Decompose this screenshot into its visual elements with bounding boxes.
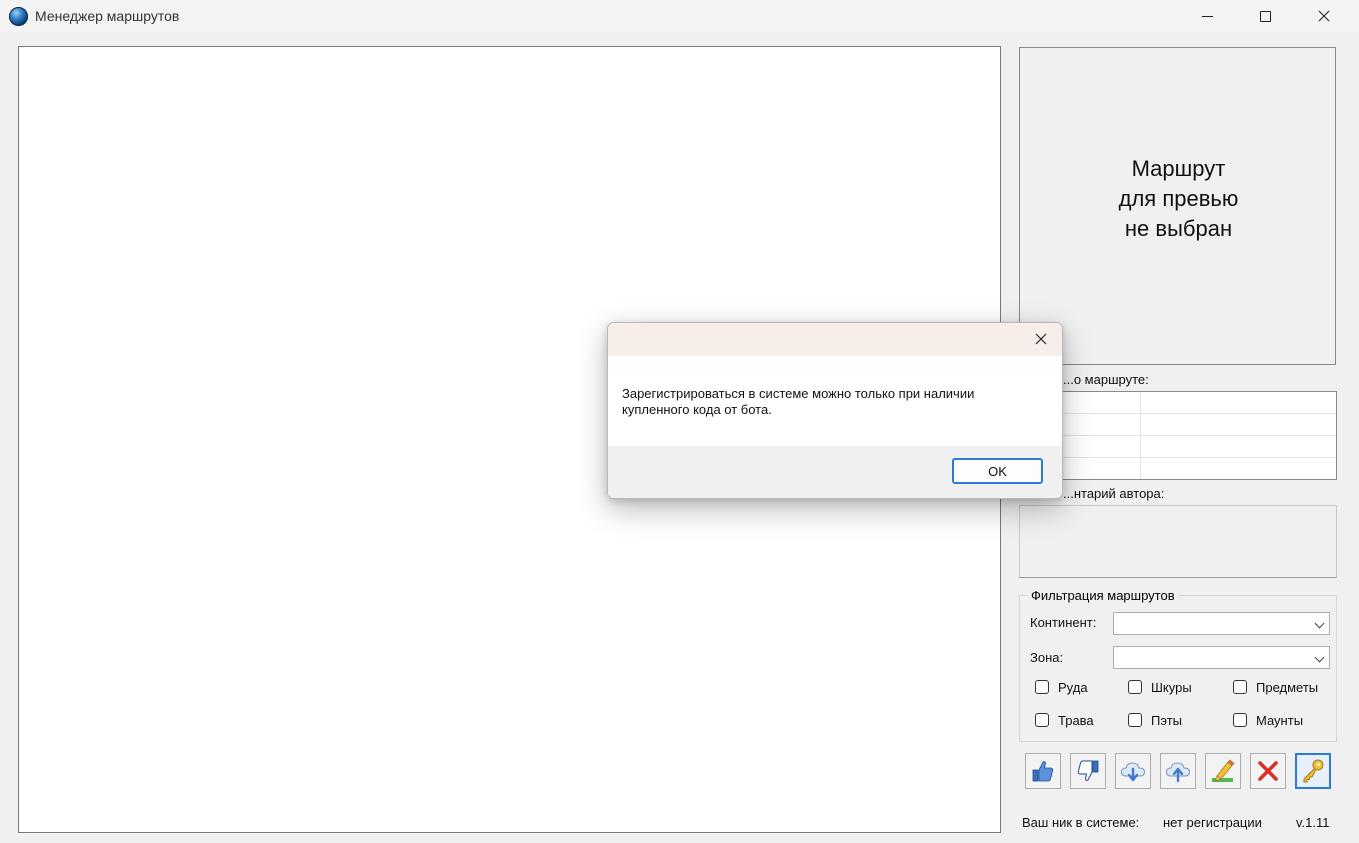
zone-select[interactable]	[1113, 646, 1330, 669]
preview-line-3: не выбран	[1124, 216, 1233, 241]
title-bar: Менеджер маршрутов	[0, 0, 1359, 32]
items-label: Предметы	[1256, 680, 1319, 695]
dialog-close-button[interactable]	[1032, 330, 1050, 348]
info-row	[1020, 392, 1336, 414]
download-button[interactable]	[1115, 753, 1151, 789]
info-row	[1020, 436, 1336, 458]
dialog-message: Зарегистрироваться в системе можно тольк…	[622, 386, 1042, 418]
close-window-button[interactable]	[1295, 0, 1353, 32]
info-row	[1020, 414, 1336, 436]
info-cell	[1141, 458, 1336, 479]
edit-button[interactable]	[1205, 753, 1241, 789]
close-icon	[1035, 333, 1047, 345]
info-cell	[1141, 436, 1336, 457]
ore-label: Руда	[1058, 680, 1088, 695]
globe-app-icon	[9, 7, 28, 26]
window-title: Менеджер маршрутов	[35, 8, 180, 24]
nick-value: нет регистрации	[1163, 815, 1262, 830]
dialog-message-line-2: купленного кода от бота.	[622, 402, 772, 417]
version-label: v.1.11	[1296, 815, 1330, 830]
edit-pencil-icon	[1212, 759, 1235, 782]
continent-select[interactable]	[1113, 612, 1330, 635]
close-icon	[1318, 10, 1330, 22]
pets-label: Пэты	[1151, 713, 1182, 728]
delete-button[interactable]	[1250, 753, 1286, 789]
maximize-button[interactable]	[1236, 0, 1294, 32]
cloud-download-icon	[1120, 762, 1146, 782]
skins-label: Шкуры	[1151, 680, 1192, 695]
thumbs-up-icon	[1032, 761, 1054, 782]
preview-placeholder: Маршрут для превью не выбран	[1020, 154, 1337, 244]
skins-checkbox[interactable]	[1128, 680, 1142, 694]
author-comment-box[interactable]	[1019, 505, 1337, 578]
preview-line-1: Маршрут	[1131, 156, 1226, 181]
key-icon	[1303, 759, 1324, 783]
herbs-checkbox[interactable]	[1035, 713, 1049, 727]
register-key-button[interactable]	[1295, 753, 1331, 789]
info-cell	[1141, 414, 1336, 435]
route-preview-panel: Маршрут для превью не выбран	[1019, 47, 1336, 365]
herbs-label: Трава	[1058, 713, 1094, 728]
continent-label: Континент:	[1030, 615, 1097, 630]
preview-line-2: для превью	[1118, 186, 1239, 211]
dialog-message-line-1: Зарегистрироваться в системе можно тольк…	[622, 386, 975, 401]
mounts-checkbox[interactable]	[1233, 713, 1247, 727]
info-row	[1020, 458, 1336, 479]
chevron-down-icon	[1314, 618, 1325, 629]
ok-button[interactable]: OK	[952, 458, 1043, 484]
dialog-title-bar	[608, 323, 1062, 356]
route-info-label: ...о маршруте:	[1063, 372, 1149, 387]
upload-button[interactable]	[1160, 753, 1196, 789]
delete-x-icon	[1258, 761, 1278, 781]
chevron-down-icon	[1314, 652, 1325, 663]
mounts-label: Маунты	[1256, 713, 1304, 728]
minimize-icon	[1201, 15, 1213, 17]
maximize-icon	[1259, 10, 1271, 22]
dislike-button[interactable]	[1070, 753, 1106, 789]
filter-group-title: Фильтрация маршрутов	[1028, 588, 1178, 603]
route-info-table[interactable]	[1019, 391, 1337, 480]
thumbs-down-icon	[1077, 760, 1099, 781]
cloud-upload-icon	[1165, 762, 1191, 783]
author-comment-label: ...нтарий автора:	[1063, 486, 1165, 501]
ore-checkbox[interactable]	[1035, 680, 1049, 694]
items-checkbox[interactable]	[1233, 680, 1247, 694]
message-dialog: Зарегистрироваться в системе можно тольк…	[607, 322, 1063, 499]
like-button[interactable]	[1025, 753, 1061, 789]
info-cell	[1141, 392, 1336, 413]
zone-label: Зона:	[1030, 650, 1064, 665]
pets-checkbox[interactable]	[1128, 713, 1142, 727]
nick-label: Ваш ник в системе:	[1022, 815, 1140, 830]
minimize-button[interactable]	[1178, 0, 1236, 32]
